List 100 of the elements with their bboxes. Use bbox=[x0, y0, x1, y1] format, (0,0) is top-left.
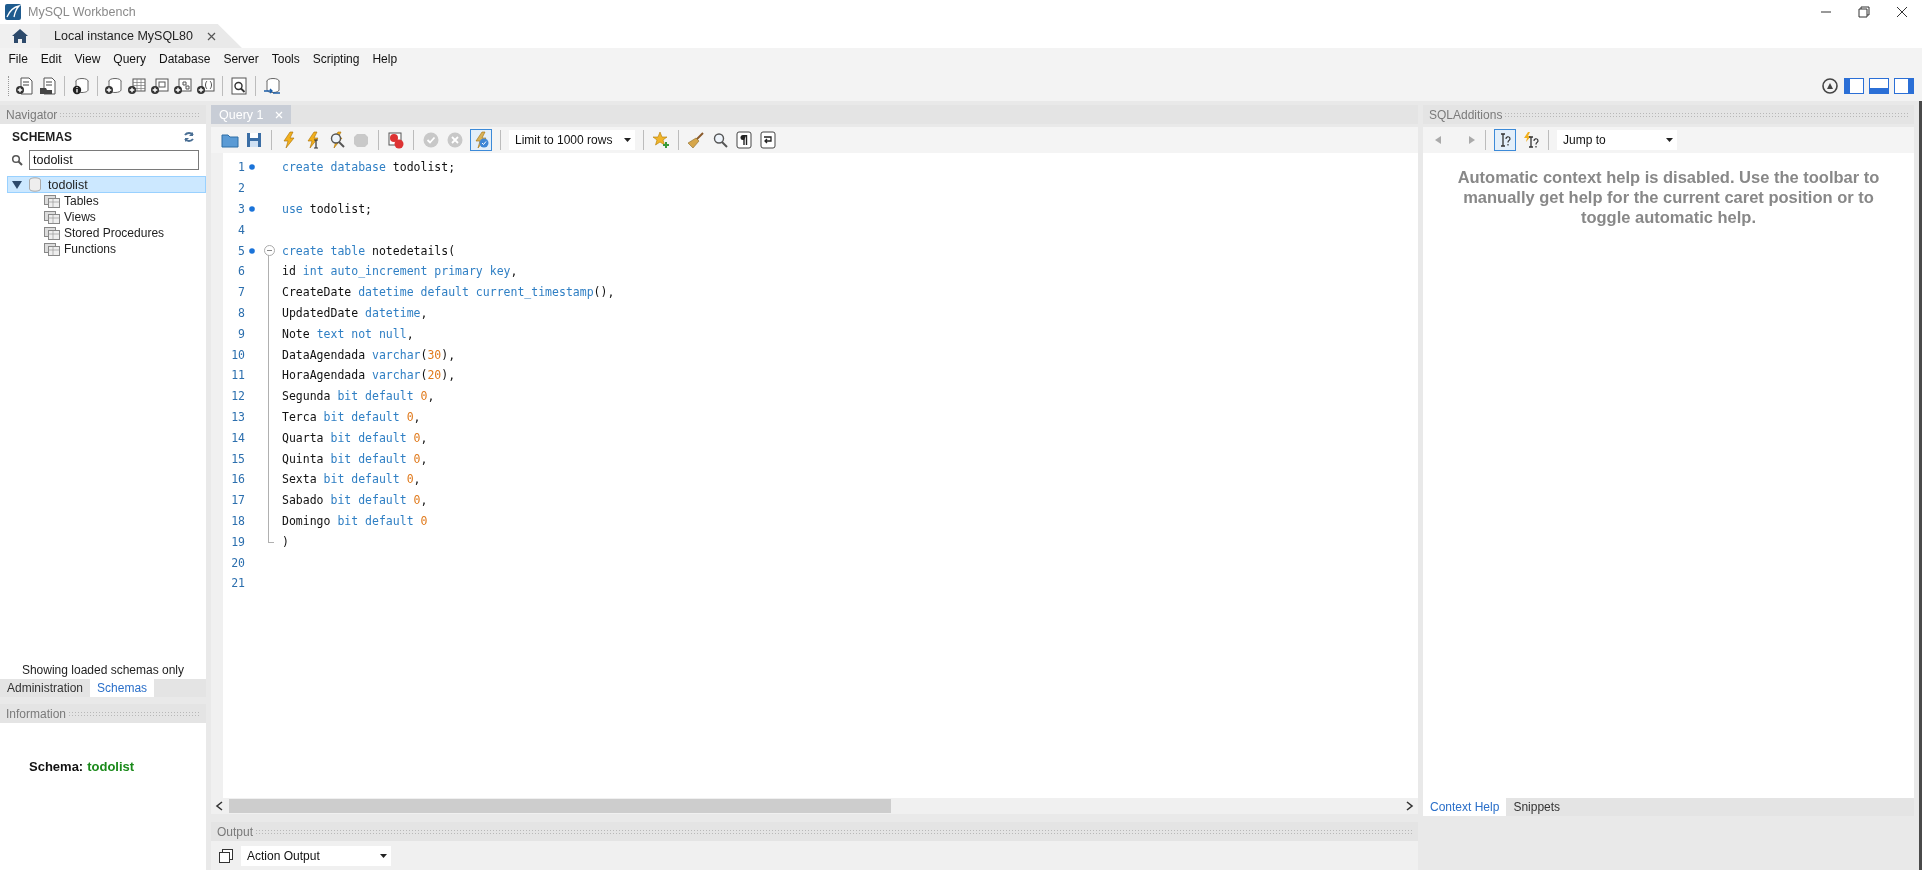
code-line: DataAgendada varchar(30), bbox=[281, 347, 457, 362]
line-number: 8 bbox=[237, 305, 245, 320]
app-logo-icon bbox=[4, 3, 22, 21]
line-number: 18 bbox=[230, 513, 245, 528]
menu-item[interactable]: Server bbox=[216, 52, 266, 66]
code-line: Sabado bit default 0, bbox=[281, 493, 429, 508]
menu-item[interactable]: Query bbox=[106, 52, 153, 66]
panel-tab[interactable]: Snippets bbox=[1506, 798, 1568, 816]
code-line: Quarta bit default 0, bbox=[281, 430, 429, 445]
restore-icon[interactable] bbox=[1858, 6, 1870, 18]
manual-help-toggle[interactable] bbox=[1494, 129, 1516, 151]
star-add-icon[interactable] bbox=[652, 131, 670, 149]
line-number: 5 bbox=[237, 243, 245, 258]
panel-tab[interactable]: Context Help bbox=[1423, 798, 1507, 816]
menu-item[interactable]: Scripting bbox=[306, 52, 366, 66]
secondary-sidebar-toggle-icon[interactable] bbox=[1894, 76, 1914, 95]
close-icon[interactable] bbox=[206, 31, 216, 41]
connection-tab[interactable]: Local instance MySQL80 bbox=[40, 24, 242, 48]
pilcrow-icon[interactable] bbox=[735, 131, 753, 149]
code-line: use todolist; bbox=[281, 202, 373, 216]
search-icon[interactable] bbox=[711, 131, 729, 149]
copy-icon[interactable] bbox=[219, 848, 233, 863]
jump-to-dropdown[interactable]: Jump to bbox=[1557, 130, 1677, 150]
sidebar-tab[interactable]: Administration bbox=[0, 679, 91, 697]
line-number: 12 bbox=[230, 389, 245, 404]
forward-arrow-icon bbox=[1467, 135, 1477, 145]
line-number: 7 bbox=[237, 285, 245, 300]
schema-name: todolist bbox=[87, 759, 135, 774]
sidebar-toggle-icon[interactable] bbox=[1844, 76, 1864, 95]
help-message: Automatic context help is disabled. Use the toolbar to manually get help for the current caret position or to toggle automatic help. bbox=[1456, 167, 1881, 227]
code-line: create table notedetails( bbox=[281, 243, 457, 258]
lightning-cursor-icon[interactable] bbox=[304, 131, 322, 149]
lightning-search-icon[interactable] bbox=[328, 131, 346, 149]
procedure-add-icon[interactable] bbox=[174, 76, 192, 95]
schema-filter-field[interactable]: todolist bbox=[29, 150, 199, 170]
auto-help-icon[interactable] bbox=[1522, 131, 1540, 149]
fold-toggle-icon[interactable] bbox=[263, 245, 275, 257]
save-icon[interactable] bbox=[245, 131, 263, 149]
code-line: Note text not null, bbox=[281, 326, 415, 341]
code-line: Sexta bit default 0, bbox=[281, 472, 422, 487]
menu-item[interactable]: Database bbox=[152, 52, 217, 66]
database-sync-icon[interactable] bbox=[263, 76, 281, 95]
menu-item[interactable]: View bbox=[68, 52, 107, 66]
limit-rows-dropdown[interactable]: Limit to 1000 rows bbox=[509, 130, 635, 150]
broom-icon[interactable] bbox=[687, 131, 705, 149]
panel-title: Information bbox=[6, 706, 67, 721]
panel-title: SQLAdditions bbox=[1429, 107, 1503, 122]
code-line: Terca bit default 0, bbox=[281, 409, 422, 424]
function-add-icon[interactable] bbox=[197, 76, 215, 95]
line-number: 9 bbox=[237, 326, 245, 341]
line-number: 16 bbox=[230, 472, 245, 487]
database-add-icon[interactable] bbox=[105, 76, 123, 95]
database-info-icon[interactable] bbox=[72, 76, 90, 95]
tree-item[interactable]: Functions bbox=[64, 242, 117, 256]
tree-item[interactable]: Views bbox=[64, 210, 96, 224]
cancel-icon bbox=[446, 131, 464, 149]
table-group-icon bbox=[44, 194, 60, 208]
word-wrap-icon[interactable] bbox=[759, 131, 777, 149]
tree-item[interactable]: todolist bbox=[7, 176, 206, 193]
window-title: MySQL Workbench bbox=[28, 5, 137, 19]
panel-title: Navigator bbox=[6, 107, 58, 122]
autocommit-toggle[interactable] bbox=[470, 129, 492, 151]
sidebar-tab[interactable]: Schemas bbox=[90, 679, 155, 697]
output-type-dropdown[interactable]: Action Output bbox=[241, 845, 391, 866]
close-icon[interactable] bbox=[1896, 6, 1908, 18]
tree-item[interactable]: Tables bbox=[64, 194, 99, 208]
view-add-icon[interactable] bbox=[151, 76, 169, 95]
output-toggle-icon[interactable] bbox=[1869, 76, 1889, 95]
scroll-right-icon[interactable] bbox=[1406, 801, 1414, 811]
table-add-icon[interactable] bbox=[128, 76, 146, 95]
table-group-icon bbox=[44, 210, 60, 224]
scrollbar-thumb[interactable] bbox=[229, 799, 891, 813]
error-stop-icon[interactable] bbox=[387, 131, 405, 149]
home-tab[interactable] bbox=[0, 24, 40, 48]
caret-icon bbox=[380, 853, 387, 858]
refresh-icon[interactable] bbox=[182, 130, 196, 144]
code-line: Quinta bit default 0, bbox=[281, 451, 429, 466]
account-icon[interactable] bbox=[1821, 76, 1839, 95]
code-line: UpdatedDate datetime, bbox=[281, 305, 429, 320]
menu-item[interactable]: File bbox=[2, 52, 35, 66]
tree-item[interactable]: Stored Procedures bbox=[64, 226, 165, 240]
sql-file-add-icon[interactable] bbox=[16, 76, 34, 95]
code-line: CreateDate datetime default current_timestamp(), bbox=[281, 285, 616, 300]
line-number: 11 bbox=[230, 368, 245, 383]
code-line: create database todolist; bbox=[281, 160, 457, 175]
inspector-icon[interactable] bbox=[230, 76, 248, 95]
menu-item[interactable]: Tools bbox=[265, 52, 307, 66]
line-number: 21 bbox=[230, 576, 245, 591]
folder-icon[interactable] bbox=[221, 131, 239, 149]
code-line: ) bbox=[281, 534, 290, 549]
expand-arrow-icon[interactable] bbox=[12, 179, 22, 190]
scroll-left-icon[interactable] bbox=[215, 801, 223, 811]
line-number: 2 bbox=[237, 181, 245, 196]
line-number: 4 bbox=[237, 222, 245, 237]
line-number: 13 bbox=[230, 409, 245, 424]
section-title: SCHEMAS bbox=[12, 130, 72, 144]
menu-item[interactable]: Help bbox=[365, 52, 404, 66]
sql-file-open-icon[interactable] bbox=[39, 76, 57, 95]
line-number: 20 bbox=[230, 555, 245, 570]
menu-item[interactable]: Edit bbox=[34, 52, 69, 66]
